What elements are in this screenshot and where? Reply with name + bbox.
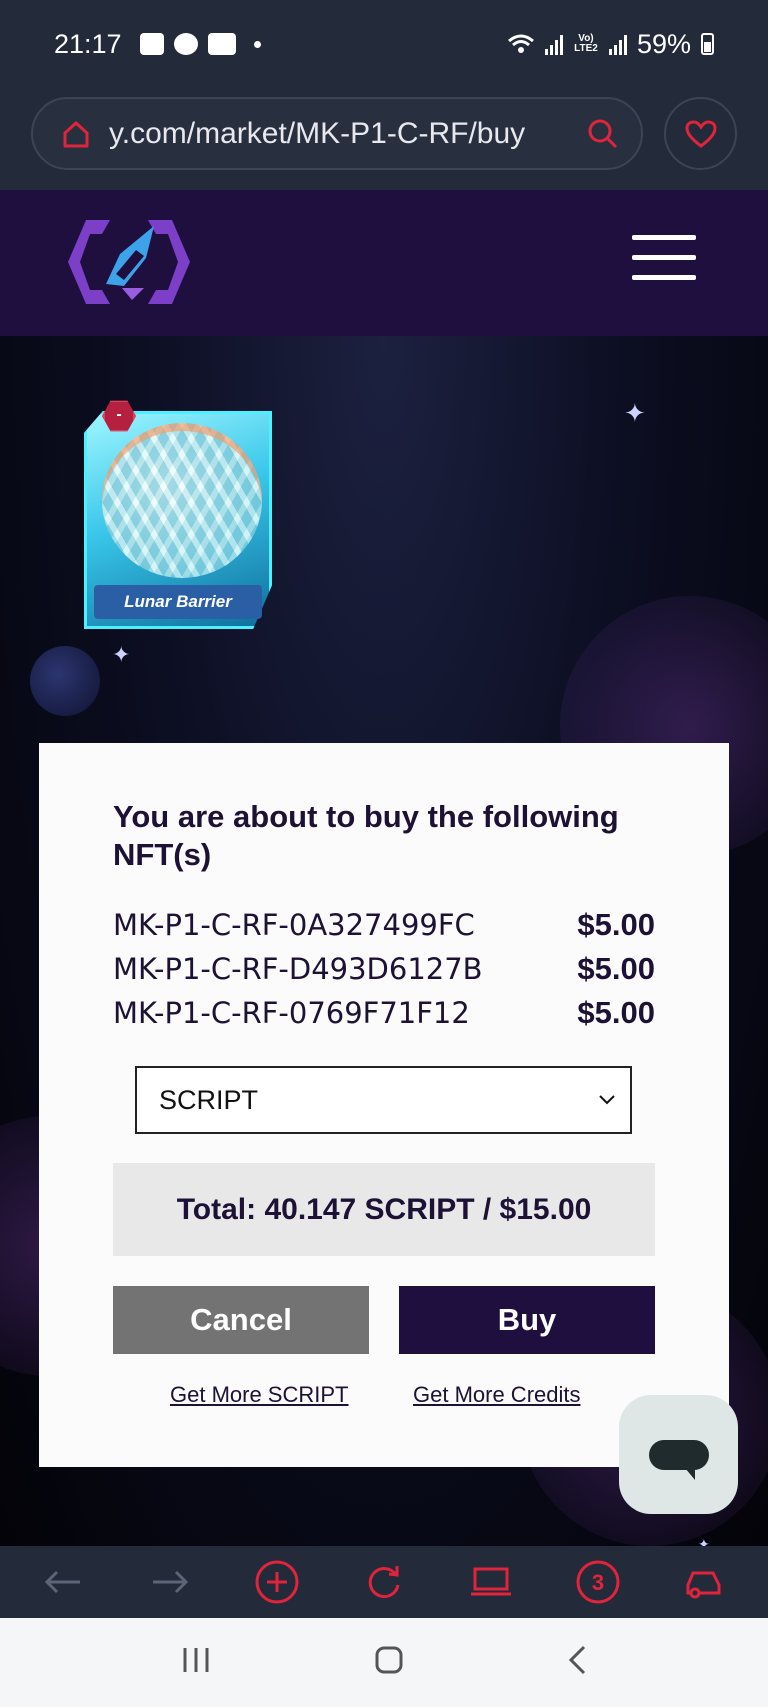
chevron-down-icon <box>599 1095 615 1105</box>
home-nav-icon <box>375 1646 403 1674</box>
search-icon[interactable] <box>587 118 619 150</box>
star-icon: ✦ <box>112 642 131 667</box>
total-summary: Total: 40.147 SCRIPT / $15.00 <box>113 1163 655 1256</box>
buy-button[interactable]: Buy <box>399 1286 655 1354</box>
arrow-right-icon <box>153 1570 189 1594</box>
back-nav-icon <box>568 1645 585 1675</box>
status-left: 21:17 <box>54 29 261 60</box>
tabs-button[interactable]: 3 <box>568 1552 628 1612</box>
recent-apps-button[interactable] <box>181 1646 211 1679</box>
system-navigation-bar <box>0 1618 768 1707</box>
planet-decoration <box>30 646 100 716</box>
battery-icon <box>701 33 714 55</box>
address-bar[interactable]: y.com/market/MK-P1-C-RF/buy <box>31 97 643 170</box>
browser-toolbar: 3 <box>0 1546 768 1618</box>
currency-selected-value: SCRIPT <box>159 1084 259 1115</box>
currency-select[interactable]: SCRIPT <box>135 1066 632 1134</box>
hamburger-line <box>632 255 696 260</box>
tab-count-icon: 3 <box>576 1560 620 1604</box>
recent-apps-icon <box>183 1648 209 1672</box>
nft-card[interactable]: Lunar Barrier - <box>84 400 272 629</box>
site-logo[interactable] <box>66 214 192 310</box>
card-name: Lunar Barrier <box>94 585 262 619</box>
nft-id: MK-P1-C-RF-0A327499FC <box>113 908 475 942</box>
menu-button[interactable] <box>632 235 696 283</box>
nft-price: $5.00 <box>577 995 655 1030</box>
signal-icon <box>544 33 563 55</box>
wifi-icon <box>507 34 534 53</box>
heart-icon <box>684 119 717 148</box>
new-tab-button[interactable] <box>247 1552 307 1612</box>
nft-list: MK-P1-C-RF-0A327499FC $5.00 MK-P1-C-RF-D… <box>113 903 655 1035</box>
arrow-left-icon <box>45 1570 81 1594</box>
home-icon[interactable] <box>61 119 91 149</box>
cancel-button[interactable]: Cancel <box>113 1286 369 1354</box>
gallery-icon <box>139 33 164 55</box>
hamburger-line <box>632 275 696 280</box>
card-artwork <box>102 423 262 578</box>
forward-button[interactable] <box>140 1552 200 1612</box>
back-button[interactable] <box>33 1552 93 1612</box>
star-icon: ✦ <box>624 398 646 428</box>
plus-circle-icon <box>255 1560 299 1604</box>
nft-price: $5.00 <box>577 951 655 986</box>
browser-url-area: y.com/market/MK-P1-C-RF/buy <box>0 88 768 190</box>
facebook-icon <box>173 33 198 55</box>
more-notifications-icon <box>253 40 261 48</box>
star-icon: ✦ <box>698 1536 710 1546</box>
nft-price: $5.00 <box>577 907 655 942</box>
desktop-mode-button[interactable] <box>461 1552 521 1612</box>
favorite-button[interactable] <box>664 97 737 170</box>
purchase-modal: You are about to buy the following NFT(s… <box>39 743 729 1467</box>
chat-support-button[interactable] <box>619 1395 738 1514</box>
modal-title: You are about to buy the following NFT(s… <box>113 799 619 872</box>
nft-id: MK-P1-C-RF-D493D6127B <box>113 952 483 986</box>
status-right: Vo) LTE2 59% <box>507 29 714 60</box>
status-time: 21:17 <box>54 28 122 59</box>
nft-id: MK-P1-C-RF-0769F71F12 <box>113 996 470 1030</box>
get-more-credits-link[interactable]: Get More Credits <box>413 1382 581 1408</box>
get-more-script-link[interactable]: Get More SCRIPT <box>170 1382 348 1408</box>
youtube-icon <box>207 33 236 55</box>
list-item: MK-P1-C-RF-0769F71F12 $5.00 <box>113 991 655 1035</box>
hamburger-line <box>632 235 696 240</box>
battery-percent: 59% <box>636 28 691 59</box>
games-button[interactable] <box>674 1552 734 1612</box>
list-item: MK-P1-C-RF-0A327499FC $5.00 <box>113 903 655 947</box>
reload-icon <box>368 1566 400 1599</box>
tab-count: 3 <box>592 1570 604 1595</box>
site-header <box>0 190 768 336</box>
back-nav-button[interactable] <box>567 1645 587 1680</box>
status-bar: 21:17 Vo) LTE2 59% <box>0 0 768 88</box>
reload-button[interactable] <box>354 1552 414 1612</box>
signal-icon-2 <box>608 33 627 55</box>
chat-icon <box>648 1439 709 1480</box>
home-button[interactable] <box>374 1645 404 1680</box>
url-text[interactable]: y.com/market/MK-P1-C-RF/buy <box>109 117 587 151</box>
list-item: MK-P1-C-RF-D493D6127B $5.00 <box>113 947 655 991</box>
network-type-label: Vo) LTE2 <box>574 33 598 54</box>
car-icon <box>686 1571 721 1599</box>
laptop-icon <box>470 1567 511 1596</box>
